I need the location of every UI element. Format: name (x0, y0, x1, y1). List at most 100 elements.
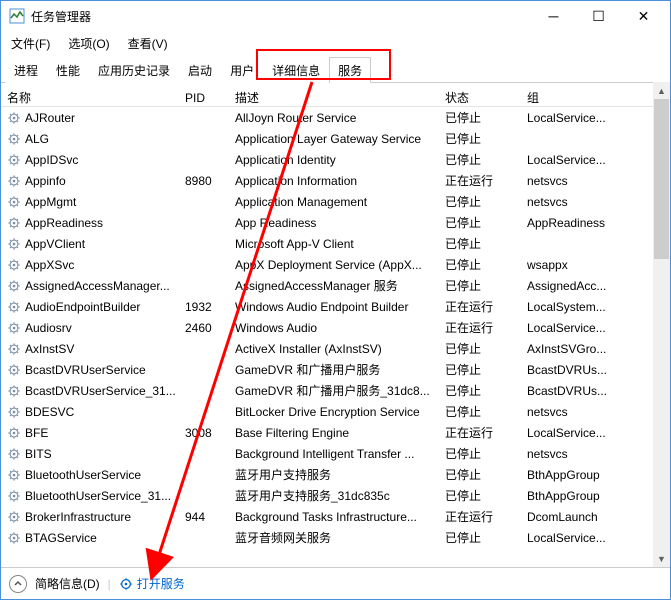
tab-processes[interactable]: 进程 (5, 57, 47, 83)
cell-name: BluetoothUserService_31... (1, 489, 179, 503)
scrollbar[interactable]: ▲ ▼ (653, 82, 670, 567)
cell-status: 已停止 (439, 361, 521, 378)
table-row[interactable]: BrokerInfrastructure944Background Tasks … (1, 506, 670, 527)
gear-icon (7, 468, 21, 482)
table-row[interactable]: Appinfo8980Application Information正在运行ne… (1, 170, 670, 191)
menubar: 文件(F) 选项(O) 查看(V) (1, 31, 670, 55)
footer-divider: | (108, 577, 111, 591)
gear-icon (7, 258, 21, 272)
gear-icon (7, 363, 21, 377)
tab-users[interactable]: 用户 (221, 57, 263, 83)
maximize-button[interactable]: ☐ (576, 2, 621, 31)
gear-icon (7, 174, 21, 188)
table-row[interactable]: AppMgmtApplication Management已停止netsvcs (1, 191, 670, 212)
gear-icon (7, 237, 21, 251)
content-area: 名称 PID 描述 状态 组 AJRouterAllJoyn Router Se… (1, 83, 670, 567)
services-icon (119, 577, 133, 591)
table-row[interactable]: AudioEndpointBuilder1932Windows Audio En… (1, 296, 670, 317)
table-row[interactable]: BTAGService蓝牙音频网关服务已停止LocalService... (1, 527, 670, 548)
cell-desc: AllJoyn Router Service (229, 111, 439, 125)
table-row[interactable]: ALGApplication Layer Gateway Service已停止 (1, 128, 670, 149)
gear-icon (7, 447, 21, 461)
cell-group: LocalService... (521, 426, 631, 440)
table-row[interactable]: BluetoothUserService蓝牙用户支持服务已停止BthAppGro… (1, 464, 670, 485)
table-row[interactable]: AppIDSvcApplication Identity已停止LocalServ… (1, 149, 670, 170)
cell-group: BthAppGroup (521, 468, 631, 482)
cell-group: BthAppGroup (521, 489, 631, 503)
cell-name: BTAGService (1, 531, 179, 545)
table-row[interactable]: BDESVCBitLocker Drive Encryption Service… (1, 401, 670, 422)
cell-status: 正在运行 (439, 172, 521, 189)
cell-name: AppIDSvc (1, 153, 179, 167)
scroll-down-button[interactable]: ▼ (653, 550, 670, 567)
cell-pid: 8980 (179, 174, 229, 188)
table-row[interactable]: BFE3008Base Filtering Engine正在运行LocalSer… (1, 422, 670, 443)
col-header-pid[interactable]: PID (179, 87, 229, 109)
cell-status: 已停止 (439, 529, 521, 546)
table-row[interactable]: AppVClientMicrosoft App-V Client已停止 (1, 233, 670, 254)
app-icon (9, 8, 25, 24)
cell-name: ALG (1, 132, 179, 146)
menu-file[interactable]: 文件(F) (7, 33, 54, 54)
gear-icon (7, 279, 21, 293)
table-row[interactable]: AppXSvcAppX Deployment Service (AppX...已… (1, 254, 670, 275)
gear-icon (7, 111, 21, 125)
cell-desc: 蓝牙用户支持服务 (229, 466, 439, 483)
table-row[interactable]: AxInstSVActiveX Installer (AxInstSV)已停止A… (1, 338, 670, 359)
table-row[interactable]: AppReadinessApp Readiness已停止AppReadiness (1, 212, 670, 233)
cell-name: AppVClient (1, 237, 179, 251)
gear-icon (7, 342, 21, 356)
cell-pid: 2460 (179, 321, 229, 335)
scrollbar-thumb[interactable] (654, 99, 669, 259)
cell-desc: GameDVR 和广播用户服务_31dc8... (229, 382, 439, 399)
table-row[interactable]: Audiosrv2460Windows Audio正在运行LocalServic… (1, 317, 670, 338)
collapse-icon[interactable] (9, 575, 27, 593)
task-manager-window: 任务管理器 ─ ☐ ✕ 文件(F) 选项(O) 查看(V) 进程 性能 应用历史… (0, 0, 671, 600)
cell-desc: Background Intelligent Transfer ... (229, 447, 439, 461)
table-row[interactable]: BcastDVRUserServiceGameDVR 和广播用户服务已停止Bca… (1, 359, 670, 380)
cell-status: 已停止 (439, 193, 521, 210)
cell-status: 正在运行 (439, 508, 521, 525)
cell-status: 已停止 (439, 445, 521, 462)
gear-icon (7, 510, 21, 524)
menu-view[interactable]: 查看(V) (124, 33, 172, 54)
scroll-up-button[interactable]: ▲ (653, 82, 670, 99)
cell-group: AppReadiness (521, 216, 631, 230)
cell-name: Appinfo (1, 174, 179, 188)
cell-status: 已停止 (439, 214, 521, 231)
window-title: 任务管理器 (31, 8, 531, 25)
cell-status: 已停止 (439, 466, 521, 483)
table-row[interactable]: BITSBackground Intelligent Transfer ...已… (1, 443, 670, 464)
cell-desc: Background Tasks Infrastructure... (229, 510, 439, 524)
open-services-link[interactable]: 打开服务 (119, 575, 185, 592)
tab-app-history[interactable]: 应用历史记录 (89, 57, 179, 83)
gear-icon (7, 405, 21, 419)
gear-icon (7, 132, 21, 146)
minimize-button[interactable]: ─ (531, 2, 576, 31)
table-row[interactable]: BluetoothUserService_31...蓝牙用户支持服务_31dc8… (1, 485, 670, 506)
column-headers: 名称 PID 描述 状态 组 (1, 83, 670, 107)
cell-pid: 3008 (179, 426, 229, 440)
cell-group: netsvcs (521, 195, 631, 209)
cell-desc: Application Management (229, 195, 439, 209)
menu-options[interactable]: 选项(O) (64, 33, 113, 54)
brief-info-button[interactable]: 简略信息(D) (35, 575, 100, 592)
cell-desc: 蓝牙音频网关服务 (229, 529, 439, 546)
table-row[interactable]: BcastDVRUserService_31...GameDVR 和广播用户服务… (1, 380, 670, 401)
tab-performance[interactable]: 性能 (47, 57, 89, 83)
tab-details[interactable]: 详细信息 (263, 57, 329, 83)
cell-status: 已停止 (439, 277, 521, 294)
cell-pid: 1932 (179, 300, 229, 314)
window-controls: ─ ☐ ✕ (531, 2, 666, 31)
cell-status: 已停止 (439, 235, 521, 252)
cell-group: AxInstSVGro... (521, 342, 631, 356)
cell-group: DcomLaunch (521, 510, 631, 524)
table-row[interactable]: AJRouterAllJoyn Router Service已停止LocalSe… (1, 107, 670, 128)
gear-icon (7, 489, 21, 503)
cell-group: AssignedAcc... (521, 279, 631, 293)
tab-startup[interactable]: 启动 (179, 57, 221, 83)
cell-desc: Application Identity (229, 153, 439, 167)
table-row[interactable]: AssignedAccessManager...AssignedAccessMa… (1, 275, 670, 296)
tab-services[interactable]: 服务 (329, 57, 371, 83)
close-button[interactable]: ✕ (621, 2, 666, 31)
